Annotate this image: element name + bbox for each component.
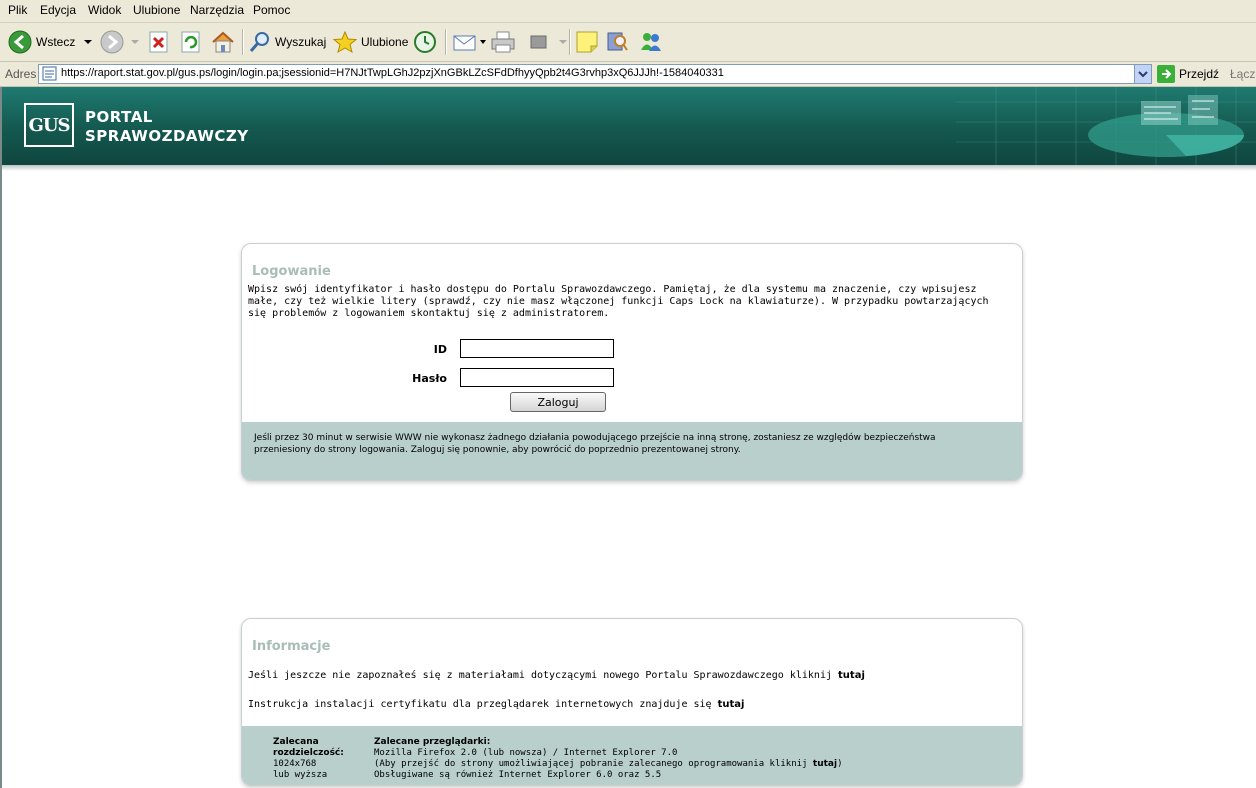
page-icon [42,66,57,81]
stop-button[interactable] [148,23,170,61]
mail-button[interactable] [452,23,488,61]
session-timeout-note: Jeśli przez 30 minut w serwisie WWW nie … [254,433,936,455]
chevron-down-icon[interactable] [81,37,95,47]
certificate-link[interactable]: tutaj [718,699,745,710]
edit-icon [530,35,547,49]
resolution-heading-1: Zalecana [273,737,319,747]
search-button[interactable]: Wyszukaj [248,23,326,61]
refresh-button[interactable] [180,23,202,61]
address-input[interactable]: https://raport.stat.gov.pl/gus.ps/login/… [38,64,1152,84]
certificate-line: Instrukcja instalacji certyfikatu dla pr… [248,699,744,710]
messenger-icon [641,33,661,51]
chevron-down-icon[interactable] [556,37,570,47]
forward-button[interactable] [100,23,142,61]
resolution-heading-2: rozdzielczość: [273,748,344,758]
chevron-down-icon[interactable] [478,37,488,47]
menu-favorites[interactable]: Ulubione [133,3,180,17]
id-input[interactable] [460,339,614,358]
session-timeout-box: Jeśli przez 30 minut w serwisie WWW nie … [242,422,1022,480]
password-label: Hasło [412,372,447,385]
address-label: Adres [5,67,37,81]
logo-text: GUS [28,114,70,136]
research-button[interactable] [605,23,629,61]
certificate-text: Instrukcja instalacji certyfikatu dla pr… [248,699,712,710]
research-icon [607,32,628,51]
toolbar-separator [569,29,571,55]
menu-bar: Plik Edycja Widok Ulubione Narzędzia Pom… [0,0,1256,23]
password-input[interactable] [460,368,614,387]
stop-icon [149,31,168,53]
links-label[interactable]: Łącza [1230,67,1256,81]
login-intro: Wpisz swój identyfikator i hasło dostępu… [248,284,989,319]
requirements-box: Zalecana rozdzielczość: 1024x768 lub wyż… [242,726,1022,785]
login-title: Logowanie [252,264,331,279]
resolution-block: Zalecana rozdzielczość: 1024x768 lub wyż… [273,737,344,781]
menu-view[interactable]: Widok [88,3,121,17]
toolbar: Wstecz Wyszukaj Ulubione [0,23,1256,62]
go-label: Przejdź [1179,67,1220,81]
back-label: Wstecz [36,35,76,49]
menu-help[interactable]: Pomoc [253,3,290,17]
login-button[interactable]: Zaloguj [510,392,606,412]
toolbar-separator [445,29,447,55]
back-button[interactable]: Wstecz [8,23,95,61]
back-arrow-icon [8,30,32,54]
menu-tools[interactable]: Narzędzia [190,3,244,17]
info-panel: Informacje Jeśli jeszcze nie zapoznałeś … [241,618,1023,786]
go-arrow-icon [1157,65,1175,83]
browsers-line3: Obsługiwane są również Internet Explorer… [374,770,662,780]
chevron-down-icon [1138,71,1148,78]
menu-file[interactable]: Plik [8,3,27,17]
note-icon [576,31,598,53]
mail-icon [453,35,476,51]
chevron-down-icon[interactable] [128,37,142,47]
go-button[interactable]: Przejdź [1157,65,1219,83]
notes-button[interactable] [575,23,599,61]
portal-title-line1: PORTAL [85,108,153,126]
search-icon [249,32,269,52]
history-icon [414,31,436,53]
materials-line: Jeśli jeszcze nie zapoznałeś się z mater… [248,670,865,681]
resolution-value: 1024x768 [273,759,317,769]
browsers-line2-end: ) [837,759,843,769]
materials-text: Jeśli jeszcze nie zapoznałeś się z mater… [248,670,832,681]
refresh-icon [181,31,200,53]
gus-logo[interactable]: GUS [24,103,74,147]
printer-icon [491,31,515,53]
info-title: Informacje [252,639,331,654]
home-icon [212,31,234,53]
address-url: https://raport.stat.gov.pl/gus.ps/login/… [61,67,724,79]
browsers-link[interactable]: tutaj [813,759,837,769]
login-panel: Logowanie Wpisz swój identyfikator i has… [241,243,1023,481]
decorative-chart-graphic [956,87,1256,165]
favorites-label: Ulubione [361,35,409,49]
browsers-line2: (Aby przejść do strony umożliwiającej po… [374,759,1014,770]
browsers-line2-text: (Aby przejść do strony umożliwiającej po… [374,759,808,769]
edit-button[interactable] [528,23,570,61]
favorites-button[interactable]: Ulubione [332,23,408,61]
header-banner: GUS PORTAL SPRAWOZDAWCZY [2,87,1256,165]
star-icon [332,30,358,54]
portal-title: PORTAL SPRAWOZDAWCZY [85,108,249,146]
search-label: Wyszukaj [275,35,327,49]
browsers-heading: Zalecane przeglądarki: [374,737,491,747]
address-dropdown-button[interactable] [1134,65,1151,83]
materials-link[interactable]: tutaj [838,670,865,681]
browsers-line1: Mozilla Firefox 2.0 (lub nowsza) / Inter… [374,748,678,758]
banner-shadow [2,165,1256,171]
menu-edit[interactable]: Edycja [40,3,76,17]
portal-title-line2: SPRAWOZDAWCZY [85,127,249,145]
home-button[interactable] [210,23,236,61]
forward-arrow-icon [100,30,124,54]
login-button-label: Zaloguj [537,395,579,409]
id-label: ID [433,343,447,356]
browsers-block: Zalecane przeglądarki: Mozilla Firefox 2… [374,737,1014,781]
print-button[interactable] [490,23,516,61]
messenger-button[interactable] [638,23,664,61]
history-button[interactable] [412,23,438,61]
toolbar-separator [242,29,244,55]
resolution-note: lub wyższa [273,770,328,780]
window-edge [0,87,2,788]
address-bar: Adres https://raport.stat.gov.pl/gus.ps/… [0,62,1256,87]
